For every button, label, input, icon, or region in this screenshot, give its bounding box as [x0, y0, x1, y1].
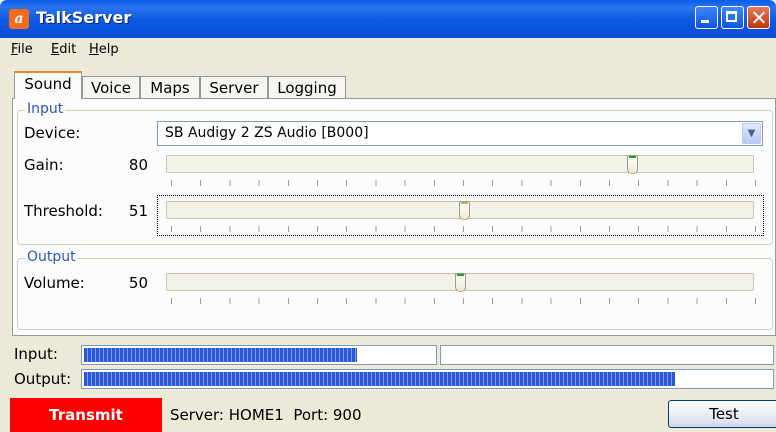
gain-ticks	[171, 180, 756, 186]
window-title: TalkServer	[36, 8, 132, 27]
title-bar[interactable]: a TalkServer	[0, 0, 776, 38]
tab-voice[interactable]: Voice	[82, 76, 140, 98]
input-level-meter	[81, 345, 437, 365]
input-meter-label: Input:	[14, 345, 58, 363]
volume-label: Volume:	[24, 274, 85, 292]
gain-slider[interactable]	[166, 155, 754, 173]
volume-value: 50	[128, 274, 148, 292]
input-level-meter-right	[440, 345, 774, 365]
gain-slider-thumb[interactable]	[627, 155, 638, 174]
transmit-button[interactable]: Transmit	[10, 398, 162, 432]
output-level-meter	[81, 369, 774, 389]
status-bar: Transmit Server: HOME1 Port: 900 Test	[10, 398, 776, 432]
close-icon[interactable]	[747, 6, 770, 29]
threshold-label: Threshold:	[24, 202, 103, 220]
output-group	[17, 258, 773, 330]
output-meter-label: Output:	[14, 370, 72, 388]
device-label: Device:	[24, 124, 81, 142]
input-level-fill	[84, 348, 357, 362]
tab-sound[interactable]: Sound	[14, 71, 82, 99]
gain-label: Gain:	[24, 156, 64, 174]
threshold-slider-thumb[interactable]	[459, 201, 470, 220]
tab-maps[interactable]: Maps	[140, 76, 200, 98]
test-button[interactable]: Test	[668, 400, 776, 428]
app-icon: a	[9, 9, 29, 29]
minimize-icon[interactable]	[695, 6, 718, 29]
chevron-down-icon[interactable]: ▼	[742, 123, 761, 144]
device-select[interactable]: SB Audigy 2 ZS Audio [B000] ▼	[157, 121, 763, 146]
maximize-icon[interactable]	[721, 6, 744, 29]
device-select-value: SB Audigy 2 ZS Audio [B000]	[165, 125, 369, 141]
server-status: Server: HOME1 Port: 900	[170, 406, 362, 424]
threshold-ticks	[171, 226, 756, 232]
menu-file[interactable]: File	[11, 42, 33, 57]
volume-slider-thumb[interactable]	[455, 273, 466, 292]
menu-edit[interactable]: Edit	[51, 42, 76, 57]
volume-ticks	[171, 298, 756, 304]
threshold-value: 51	[128, 202, 148, 220]
menu-help[interactable]: Help	[89, 42, 119, 57]
tab-logging[interactable]: Logging	[268, 76, 346, 98]
input-group-title: Input	[25, 101, 66, 117]
output-group-title: Output	[25, 249, 78, 265]
output-level-fill	[84, 372, 675, 386]
tab-server[interactable]: Server	[200, 76, 268, 98]
gain-value: 80	[128, 156, 148, 174]
menu-bar: File Edit Help	[0, 38, 776, 62]
